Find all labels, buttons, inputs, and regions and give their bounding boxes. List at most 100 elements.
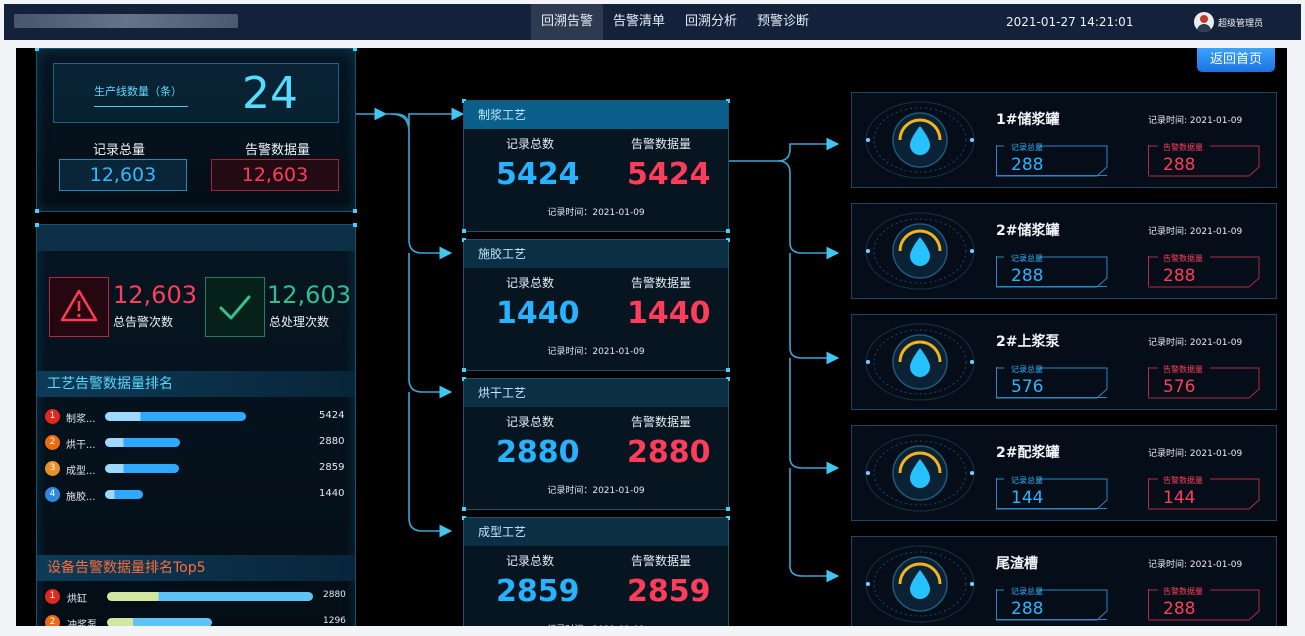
process-alarm-label: 告警数据量: [631, 415, 692, 429]
rank-badge: 1: [45, 589, 60, 604]
top-bar: 回溯告警 告警清单 回溯分析 预警诊断 2021-01-27 14:21:01 …: [4, 4, 1301, 40]
device-rank-title: 设备告警数据量排名Top5: [37, 555, 355, 581]
rank-bar: [105, 490, 143, 499]
user-menu[interactable]: 超级管理员: [1194, 12, 1263, 32]
rank-name: 施胶...: [66, 492, 96, 503]
device-card[interactable]: 1#储浆罐 记录时间: 2021-01-09 记录总量 288 告警数据量 28…: [851, 92, 1277, 188]
device-card[interactable]: 2#配浆罐 记录时间: 2021-01-09 记录总量 144 告警数据量 14…: [851, 425, 1277, 521]
rank-badge: 1: [45, 409, 60, 424]
process-card[interactable]: 成型工艺 记录总数 告警数据量 2859 2859 记录时间：2021-01-0…: [462, 516, 730, 626]
corner-dot: [353, 209, 357, 213]
rank-name: 冲浆泵: [67, 620, 97, 626]
corner-dot: [35, 209, 39, 213]
device-alarm-value: 288: [1163, 266, 1196, 286]
rank-name: 制浆...: [66, 414, 96, 425]
handled-stat-label: 总处理次数: [269, 315, 330, 329]
process-card[interactable]: 制浆工艺 记录总数 告警数据量 5424 5424 记录时间：2021-01-0…: [462, 99, 730, 233]
device-name: 1#储浆罐: [996, 112, 1060, 128]
process-alarm-label: 告警数据量: [631, 276, 692, 290]
rank-bar: [107, 618, 212, 626]
line-count-box: 生产线数量（条） 24: [53, 63, 339, 123]
rank-bar: [105, 464, 179, 473]
connector-dev3: [789, 253, 840, 365]
nav-item-backtrack-analysis[interactable]: 回溯分析: [675, 4, 747, 40]
clock: 2021-01-27 14:21:01: [1006, 15, 1134, 29]
device-name: 2#配浆罐: [996, 445, 1060, 461]
corner-dot: [353, 48, 357, 51]
device-name: 2#上浆泵: [996, 334, 1060, 350]
stats-panel-header: [37, 225, 355, 251]
avatar[interactable]: [1194, 12, 1214, 32]
device-card[interactable]: 2#储浆罐 记录时间: 2021-01-09 记录总量 288 告警数据量 28…: [851, 203, 1277, 299]
back-home-button[interactable]: 返回首页: [1197, 48, 1275, 72]
nav-item-warning-diagnosis[interactable]: 预警诊断: [747, 4, 819, 40]
tank-gauge-icon: [865, 545, 975, 623]
device-record-time: 记录时间: 2021-01-09: [1148, 338, 1243, 348]
rank-badge: 2: [45, 435, 60, 450]
process-card-title: 成型工艺: [464, 518, 728, 546]
connector-forming: [408, 392, 453, 538]
device-alarm-label: 告警数据量: [1163, 587, 1203, 596]
rank-name: 烘缸: [67, 594, 87, 605]
device-total-label: 记录总量: [1011, 476, 1043, 485]
nav-item-alarm-list[interactable]: 告警清单: [603, 4, 675, 40]
check-icon: [219, 295, 251, 320]
device-alarm-box: 告警数据量 288: [1148, 587, 1260, 621]
process-record-time: 记录时间：2021-01-09: [464, 622, 728, 626]
device-alarm-box: 告警数据量 144: [1148, 476, 1260, 510]
handled-stat-icon: [205, 277, 265, 337]
connector-dev2: [777, 160, 840, 260]
device-card[interactable]: 尾渣槽 记录时间: 2021-01-09 记录总量 288 告警数据量 288: [851, 536, 1277, 626]
line-count-value: 24: [242, 68, 298, 119]
alarm-data-value: 12,603: [211, 159, 339, 191]
corner-dot: [726, 368, 730, 372]
warning-triangle-icon: [60, 289, 98, 322]
device-total-box: 记录总量 288: [996, 587, 1108, 621]
corner-dot: [462, 368, 466, 372]
rank-value: 1296: [323, 616, 346, 626]
alarm-stat-label: 总告警次数: [113, 315, 174, 329]
rank-name: 烘干...: [66, 440, 96, 451]
line-count-underline: [94, 106, 188, 107]
connector-dev4: [789, 358, 840, 475]
tank-gauge-icon: [865, 212, 975, 290]
device-card[interactable]: 2#上浆泵 记录时间: 2021-01-09 记录总量 576 告警数据量 57…: [851, 314, 1277, 410]
device-total-box: 记录总量 288: [996, 143, 1108, 177]
process-total-label: 记录总数: [506, 554, 555, 568]
rank-value: 2880: [319, 436, 345, 447]
rank-value: 1440: [319, 488, 345, 499]
device-total-value: 288: [1011, 599, 1044, 619]
device-alarm-label: 告警数据量: [1163, 365, 1203, 374]
rank-badge: 4: [45, 487, 60, 502]
device-alarm-label: 告警数据量: [1163, 254, 1203, 263]
process-card[interactable]: 烘干工艺 记录总数 告警数据量 2880 2880 记录时间：2021-01-0…: [462, 377, 730, 511]
process-card[interactable]: 施胶工艺 记录总数 告警数据量 1440 1440 记录时间：2021-01-0…: [462, 238, 730, 372]
rank-badge: 3: [45, 461, 60, 476]
nav-item-backtrack-alarm[interactable]: 回溯告警: [531, 4, 604, 40]
corner-dot: [462, 229, 466, 233]
device-record-time: 记录时间: 2021-01-09: [1148, 560, 1243, 570]
total-records-value: 12,603: [59, 159, 187, 191]
device-name: 尾渣槽: [996, 556, 1038, 572]
device-total-value: 288: [1011, 155, 1044, 175]
process-total-label: 记录总数: [506, 415, 555, 429]
process-record-time: 记录时间：2021-01-09: [547, 208, 645, 218]
device-alarm-value: 288: [1163, 155, 1196, 175]
device-name: 2#储浆罐: [996, 223, 1060, 239]
corner-dot: [726, 229, 730, 233]
connector-pulp-out: [727, 137, 840, 162]
rank-name: 成型...: [66, 466, 96, 477]
process-alarm-value: 5424: [627, 157, 711, 192]
rank-bar: [107, 592, 313, 601]
rank-bar: [105, 438, 180, 447]
rank-badge: 2: [45, 615, 60, 626]
process-card-title: 烘干工艺: [464, 379, 728, 407]
process-alarm-value: 2880: [627, 435, 711, 470]
user-name[interactable]: 超级管理员: [1218, 16, 1263, 29]
device-total-box: 记录总量 144: [996, 476, 1108, 510]
device-record-time: 记录时间: 2021-01-09: [1148, 449, 1243, 459]
device-total-label: 记录总量: [1011, 254, 1043, 263]
device-total-label: 记录总量: [1011, 587, 1043, 596]
corner-dot: [35, 223, 39, 227]
main-nav: 回溯告警 告警清单 回溯分析 预警诊断: [531, 4, 819, 40]
